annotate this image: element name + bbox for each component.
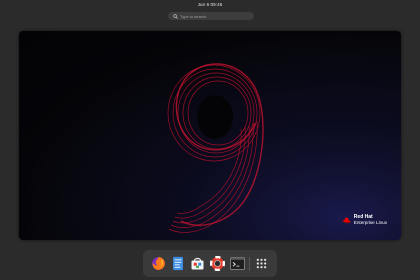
brand-logo: Red Hat Enterprise Linux xyxy=(342,215,387,226)
clock[interactable]: Jun 6 09:46 xyxy=(198,2,223,7)
app-grid-icon xyxy=(256,258,266,269)
dock-item-firefox[interactable] xyxy=(151,256,167,272)
dock-item-software[interactable] xyxy=(190,256,206,272)
wallpaper xyxy=(19,31,401,240)
help-icon xyxy=(209,256,225,271)
brand-product: Enterprise Linux xyxy=(353,220,387,226)
search-bar[interactable] xyxy=(168,12,254,20)
workspace-thumbnail[interactable]: Red Hat Enterprise Linux xyxy=(19,31,401,240)
show-applications-button[interactable] xyxy=(253,256,269,272)
dash-dock xyxy=(143,250,277,277)
dock-item-terminal[interactable] xyxy=(229,256,245,272)
dock-item-text-editor[interactable] xyxy=(170,256,186,272)
text-editor-icon xyxy=(173,256,184,271)
search-input[interactable] xyxy=(180,13,250,19)
software-icon xyxy=(191,257,204,270)
terminal-icon xyxy=(229,257,245,270)
red-hat-logo-icon xyxy=(342,217,351,224)
top-bar: Jun 6 09:46 xyxy=(0,0,420,8)
dock-item-help[interactable] xyxy=(209,256,225,272)
dock-separator xyxy=(248,256,250,271)
firefox-icon xyxy=(152,257,166,270)
search-icon xyxy=(173,13,178,19)
